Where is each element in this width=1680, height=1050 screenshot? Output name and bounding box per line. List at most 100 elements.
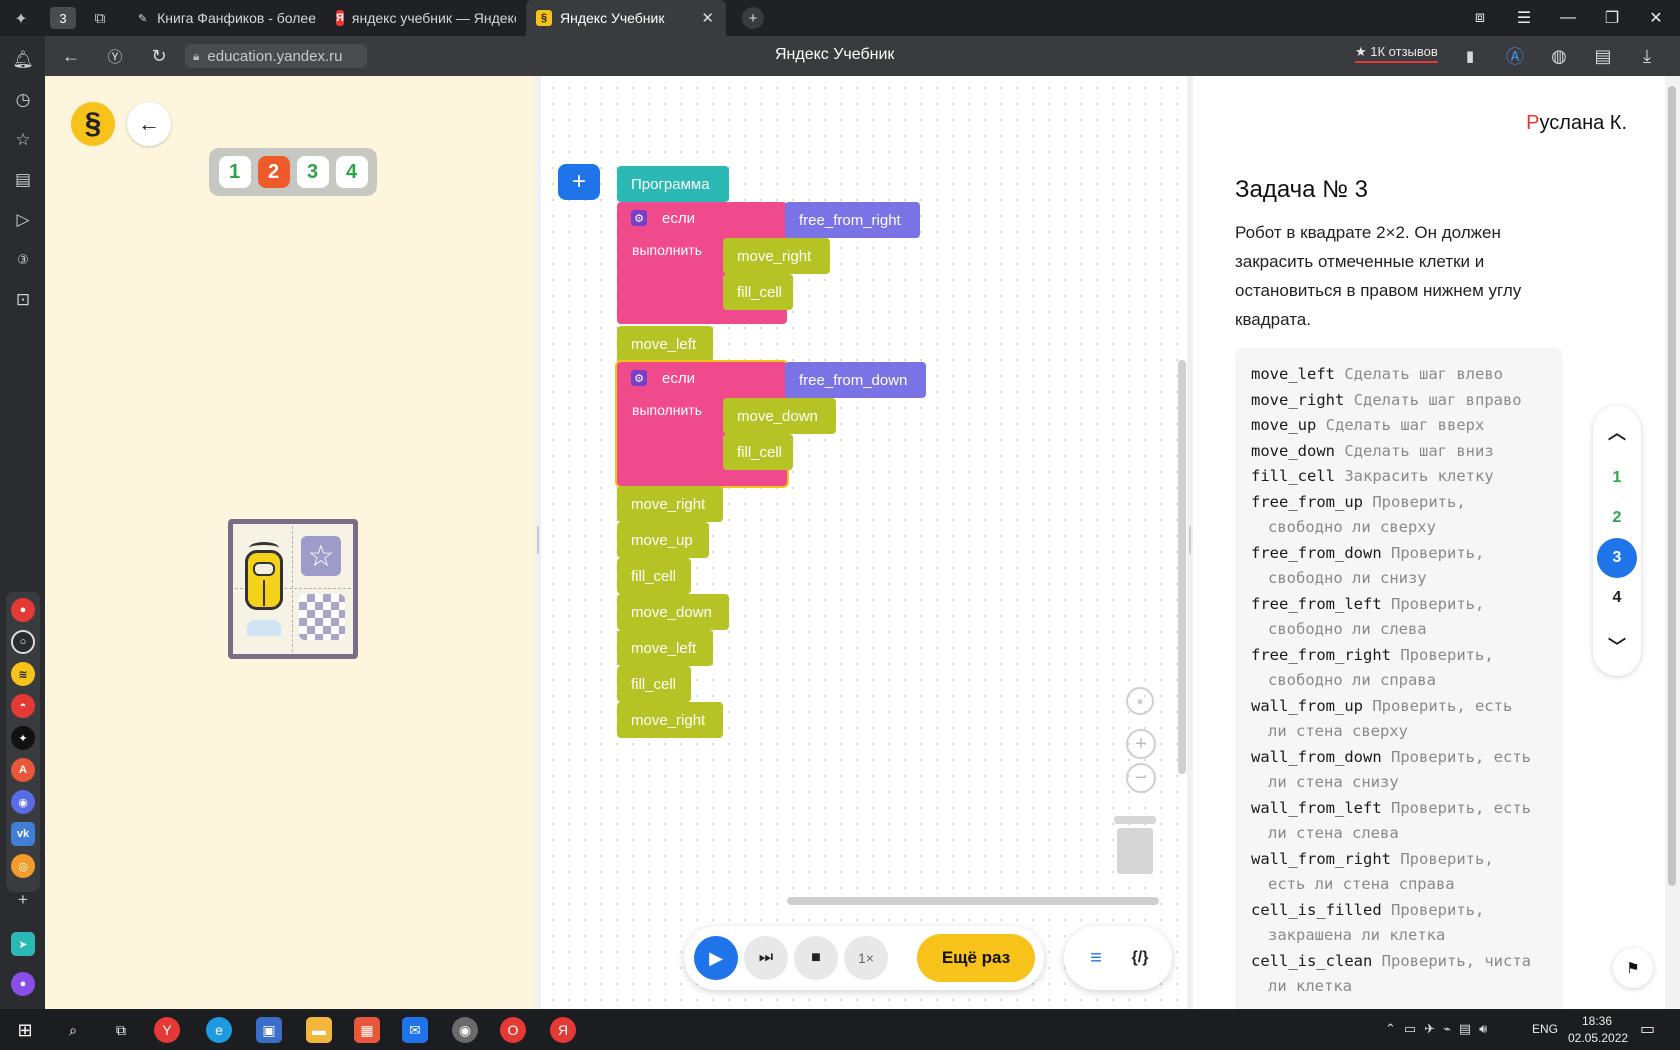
- add-app-icon[interactable]: +: [11, 888, 35, 912]
- task-2-link[interactable]: 2: [1597, 498, 1637, 538]
- messenger-app-icon[interactable]: ◉: [11, 790, 35, 814]
- translate-app-icon[interactable]: A: [11, 758, 35, 782]
- url-field[interactable]: 🔒︎ education.yandex.ru: [185, 44, 367, 68]
- folder-icon[interactable]: ▬: [306, 1017, 332, 1043]
- opera-icon[interactable]: O: [500, 1017, 526, 1043]
- vk-app-icon[interactable]: vk: [11, 822, 35, 846]
- windows-start-icon[interactable]: ⊞: [12, 1017, 38, 1043]
- trash-icon[interactable]: [1114, 816, 1156, 874]
- bookmark-icon[interactable]: ▮: [1450, 36, 1490, 76]
- alice-icon[interactable]: ●: [11, 972, 35, 996]
- command-block[interactable]: move_up: [617, 522, 709, 558]
- store-icon[interactable]: ▣: [256, 1017, 282, 1043]
- program-block[interactable]: Программа: [617, 166, 729, 202]
- translate-icon[interactable]: Ⓐ: [1495, 36, 1535, 76]
- task-4-link[interactable]: 4: [1597, 578, 1637, 618]
- language-indicator[interactable]: ENG: [1532, 1022, 1558, 1036]
- gear-icon[interactable]: ⚙: [631, 210, 647, 226]
- yandex-home-icon[interactable]: Ⓨ: [95, 36, 135, 76]
- chevron-up-icon[interactable]: ︿: [1597, 412, 1637, 452]
- history-icon[interactable]: ◷: [11, 88, 35, 112]
- tab-yandex-search[interactable]: Я яндекс учебник — Яндекс: [326, 0, 516, 36]
- spark-app-icon[interactable]: ✦: [11, 726, 35, 750]
- bookmarks-panel-icon[interactable]: ⧈: [1458, 0, 1502, 36]
- recenter-icon[interactable]: ●: [1126, 687, 1154, 715]
- command-block[interactable]: fill_cell: [723, 274, 793, 310]
- speed-button[interactable]: 1×: [844, 936, 888, 980]
- command-block[interactable]: move_left: [617, 630, 713, 666]
- yandex-browser-taskbar-icon[interactable]: Y: [154, 1017, 180, 1043]
- tab-counter[interactable]: 3: [50, 7, 76, 29]
- command-block[interactable]: fill_cell: [723, 434, 793, 470]
- restore-icon[interactable]: ❐: [1590, 0, 1634, 36]
- media-icon[interactable]: ◉: [452, 1017, 478, 1043]
- bell-icon[interactable]: 🔔︎: [11, 48, 35, 72]
- tab-fanfics[interactable]: ✎ Книга Фанфиков - более: [126, 0, 316, 36]
- command-block[interactable]: move_down: [723, 398, 836, 434]
- tab-groups-icon[interactable]: ⧉: [88, 7, 112, 29]
- clock-time[interactable]: 18:36: [1582, 1014, 1612, 1028]
- code-view-icon[interactable]: {/}: [1126, 944, 1154, 972]
- tray-icons[interactable]: ⌃▭✈⌁▤🔊︎: [1385, 1021, 1495, 1037]
- notifications-icon[interactable]: ▭: [1640, 1019, 1655, 1039]
- command-block[interactable]: move_right: [617, 486, 723, 522]
- mail-app-icon[interactable]: ◎: [11, 854, 35, 878]
- blocks-workspace[interactable]: + Программа ⚙ если выполнить free_from_r…: [541, 76, 1190, 1009]
- command-block[interactable]: move_right: [617, 702, 723, 738]
- toolbox-add-button[interactable]: +: [558, 164, 600, 200]
- zoom-in-icon[interactable]: +: [1126, 729, 1156, 759]
- send-app-icon[interactable]: ➤: [11, 932, 35, 956]
- task-3-link[interactable]: 3: [1597, 538, 1637, 578]
- task-view-icon[interactable]: ⧉: [108, 1017, 134, 1043]
- close-window-icon[interactable]: ✕: [1634, 0, 1678, 36]
- user-name[interactable]: Руслана К.: [1526, 112, 1627, 135]
- search-icon[interactable]: ⌕: [60, 1017, 86, 1043]
- mail-icon[interactable]: ✉: [402, 1017, 428, 1043]
- reload-icon[interactable]: ↻: [139, 36, 179, 76]
- close-icon[interactable]: ✕: [701, 9, 714, 27]
- yandex-browser-icon[interactable]: ✦: [10, 8, 32, 30]
- condition-block[interactable]: free_from_down: [785, 362, 926, 398]
- task-1-link[interactable]: 1: [1597, 458, 1637, 498]
- command-block[interactable]: fill_cell: [617, 558, 691, 594]
- tabs-count-icon[interactable]: ③: [11, 248, 35, 272]
- stop-button[interactable]: ■: [794, 936, 838, 980]
- command-block[interactable]: move_right: [723, 238, 830, 274]
- workspace-vscroll[interactable]: [1178, 360, 1186, 774]
- chevron-down-icon[interactable]: ﹀: [1597, 626, 1637, 666]
- download-icon[interactable]: ⤓: [1627, 36, 1667, 76]
- back-arrow-icon[interactable]: ←: [51, 36, 91, 76]
- tab-yandex-uchebnik[interactable]: § Яндекс Учебник ✕: [526, 0, 726, 36]
- screenshot-icon[interactable]: ⊡: [11, 288, 35, 312]
- command-block[interactable]: move_down: [617, 594, 729, 630]
- retry-button[interactable]: Ещё раз: [917, 934, 1035, 982]
- level-4-button[interactable]: 4: [335, 156, 368, 188]
- back-button[interactable]: ←: [127, 102, 171, 146]
- yandex-taskbar-icon[interactable]: Я: [550, 1017, 576, 1043]
- command-block[interactable]: move_left: [617, 326, 713, 362]
- minimize-icon[interactable]: —: [1546, 0, 1590, 36]
- report-flag-button[interactable]: ⚑: [1613, 948, 1653, 988]
- level-3-button[interactable]: 3: [296, 156, 329, 188]
- gear-icon[interactable]: ⚙: [631, 370, 647, 386]
- level-2-button[interactable]: 2: [257, 156, 290, 188]
- page-scrollbar[interactable]: [1665, 76, 1680, 1009]
- workspace-hscroll[interactable]: [787, 897, 1159, 905]
- circle-app-icon[interactable]: ○: [11, 630, 35, 654]
- reviews-badge[interactable]: ★ 1К отзывов: [1355, 44, 1438, 63]
- collections-icon[interactable]: ▤: [11, 168, 35, 192]
- play-button[interactable]: ▶: [694, 936, 738, 980]
- edge-icon[interactable]: e: [206, 1017, 232, 1043]
- pokeball-app-icon[interactable]: ◓: [11, 694, 35, 718]
- uchebnik-logo[interactable]: §: [71, 102, 115, 146]
- condition-block[interactable]: free_from_right: [785, 202, 920, 238]
- apple-app-icon[interactable]: ●: [11, 598, 35, 622]
- reader-icon[interactable]: ▤: [1583, 36, 1623, 76]
- level-1-button[interactable]: 1: [218, 156, 251, 188]
- zoom-out-icon[interactable]: −: [1126, 763, 1156, 793]
- globe-icon[interactable]: ◍: [1539, 36, 1579, 76]
- star-icon[interactable]: ☆: [11, 128, 35, 152]
- menu-icon[interactable]: ☰: [1502, 0, 1546, 36]
- new-tab-button[interactable]: +: [742, 7, 764, 29]
- play-icon[interactable]: ▷: [11, 208, 35, 232]
